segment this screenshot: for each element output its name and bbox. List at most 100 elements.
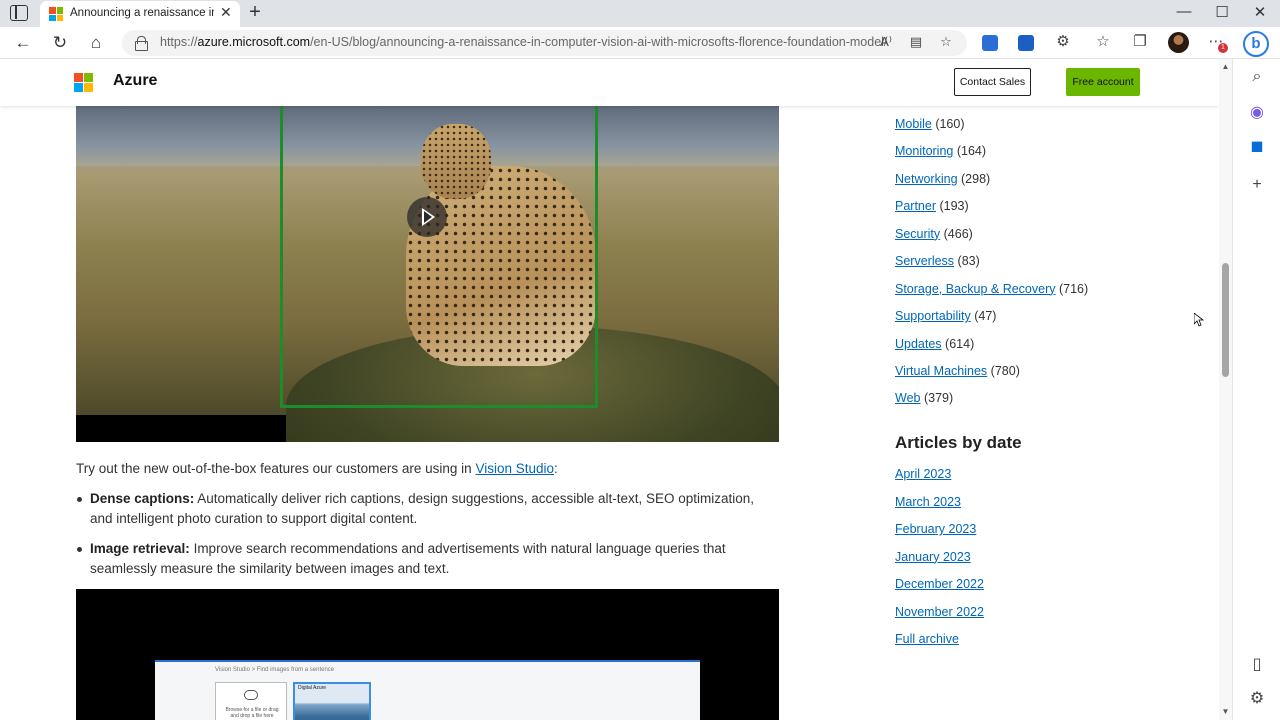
video-frame [76,106,779,442]
vision-studio-link[interactable]: Vision Studio [475,461,554,476]
extension-icon[interactable] [982,35,998,51]
extensions-puzzle-icon[interactable]: ⚙ [1053,32,1073,50]
notification-badge: 1 [1218,43,1228,53]
category-link[interactable]: Storage, Backup & Recovery [895,282,1056,296]
list-item: Partner (193) [895,196,1088,223]
address-bar[interactable]: https://azure.microsoft.com/en-US/blog/a… [122,30,967,56]
extension-icon[interactable] [1018,35,1034,51]
minimize-button[interactable]: — [1174,3,1194,20]
tab-strip: Announcing a renaissance in co ✕ + — ☐ ✕ [0,0,1280,27]
list-item: Virtual Machines (780) [895,361,1088,388]
video-player-vision-studio[interactable]: Vision Studio > Find images from a sente… [76,589,779,720]
category-link[interactable]: Web [895,391,920,405]
category-link[interactable]: Networking [895,172,958,186]
date-archive-link[interactable]: Full archive [895,632,959,646]
site-header: Azure Contact Sales Free account [0,59,1219,106]
list-item: January 2023 [895,547,984,575]
list-item: Mobile (160) [895,114,1088,141]
date-archive-link[interactable]: December 2022 [895,577,984,591]
maximize-button[interactable]: ☐ [1212,3,1232,21]
category-link[interactable]: Security [895,227,940,241]
category-link[interactable]: Mobile [895,117,932,131]
microsoft-favicon-icon [49,7,63,21]
vision-studio-screenshot: Vision Studio > Find images from a sente… [155,660,700,720]
video-player-cheetah[interactable] [76,106,779,442]
date-archive-link[interactable]: March 2023 [895,495,961,509]
category-count: (780) [990,363,1020,378]
add-icon[interactable]: + [1245,173,1269,197]
back-icon[interactable]: ← [11,31,35,55]
list-item: April 2023 [895,464,984,492]
category-count: (379) [923,391,954,406]
list-item: February 2023 [895,519,984,547]
microsoft-logo-icon[interactable] [74,73,93,92]
office-icon[interactable]: ◉ [1245,101,1269,125]
brand-name[interactable]: Azure [113,72,157,90]
favorites-icon[interactable]: ☆ [1093,32,1113,50]
category-count: (83) [957,254,980,269]
play-icon[interactable] [407,197,447,237]
category-count: (466) [943,226,973,241]
scroll-down-icon[interactable]: ▼ [1221,707,1230,716]
category-link[interactable]: Monitoring [895,144,953,158]
scroll-up-icon[interactable]: ▲ [1221,62,1230,71]
articles-by-date-heading: Articles by date [895,433,1022,452]
bing-icon[interactable]: b [1243,31,1269,57]
category-count: (47) [974,309,997,324]
home-icon[interactable]: ⌂ [84,31,108,55]
date-archive-link[interactable]: November 2022 [895,605,984,619]
date-archive-link[interactable]: January 2023 [895,550,971,564]
contact-sales-button[interactable]: Contact Sales [954,68,1031,96]
category-link[interactable]: Partner [895,199,936,213]
tab-active[interactable]: Announcing a renaissance in co ✕ [40,1,240,27]
mouse-cursor-icon [1194,313,1204,327]
category-link[interactable]: Supportability [895,309,971,323]
category-link[interactable]: Virtual Machines [895,364,987,378]
lock-icon[interactable] [135,36,148,51]
scroll-thumb[interactable] [1222,263,1229,377]
category-count: (716) [1058,281,1089,296]
immersive-reader-icon[interactable]: ▤ [907,34,925,50]
close-window-button[interactable]: ✕ [1250,3,1270,21]
category-link[interactable]: Serverless [895,254,954,268]
list-item: Storage, Backup & Recovery (716) [895,279,1088,306]
list-item: March 2023 [895,492,984,520]
profile-avatar[interactable] [1168,32,1189,53]
tab-title: Announcing a renaissance in co [70,7,214,19]
article-body: Try out the new out-of-the-box features … [76,459,779,589]
search-icon[interactable]: ⌕ [1245,65,1269,89]
read-aloud-icon[interactable]: A⁾ [877,34,895,50]
category-link[interactable]: Updates [895,337,942,351]
free-account-button[interactable]: Free account [1066,68,1140,96]
settings-icon[interactable]: ⚙ [1245,687,1269,711]
mountain-thumbnail: Digital Azure [293,682,371,720]
list-item: Serverless (83) [895,251,1088,278]
list-item: Networking (298) [895,169,1088,196]
close-tab-icon[interactable]: ✕ [220,4,232,21]
category-count: (164) [956,144,987,159]
feature-list: Dense captions: Automatically deliver ri… [76,489,779,579]
new-tab-button[interactable]: + [244,1,266,24]
date-archive-link[interactable]: April 2023 [895,467,951,481]
list-item: Security (466) [895,224,1088,251]
date-archive-link[interactable]: February 2023 [895,522,976,536]
category-count: (193) [939,199,969,214]
list-item: Dense captions: Automatically deliver ri… [76,489,779,529]
url-text[interactable]: https://azure.microsoft.com/en-US/blog/a… [160,35,887,49]
page-scrollbar[interactable]: ▲ ▼ [1219,59,1232,720]
list-item: Monitoring (164) [895,141,1088,168]
category-list: Mobile (160) Monitoring (164) Networking (… [895,114,1088,416]
list-item: Full archive [895,629,984,657]
collections-icon[interactable]: ❐ [1130,32,1150,50]
date-archive-list: April 2023 March 2023 February 2023 January… [895,464,984,657]
add-favorite-icon[interactable]: ☆ [937,34,955,50]
outlook-icon[interactable]: ◼ [1245,135,1269,159]
list-item: November 2022 [895,602,984,630]
sidebar-toggle-icon[interactable]: ▯ [1245,653,1269,677]
refresh-icon[interactable]: ↻ [48,31,72,55]
upload-box: Browse for a file or drag and drop a fil… [215,682,287,720]
detection-bounding-box [280,106,598,408]
browser-window: Announcing a renaissance in co ✕ + — ☐ ✕… [0,0,1280,720]
tab-actions-icon[interactable] [10,5,28,21]
category-count: (160) [935,117,965,131]
